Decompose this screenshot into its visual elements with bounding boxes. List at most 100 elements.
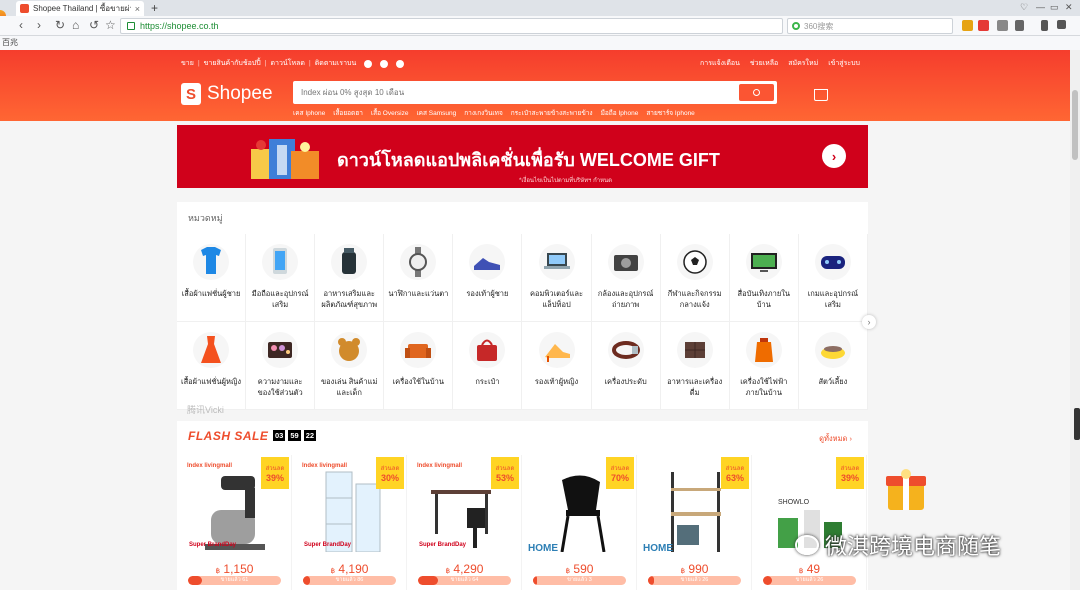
menu-icon[interactable] xyxy=(1057,20,1066,29)
forward-icon[interactable]: › xyxy=(37,18,41,32)
side-panel-handle[interactable] xyxy=(1074,408,1080,440)
browser-search-input[interactable]: 360搜索 xyxy=(787,18,953,34)
keyword-link[interactable]: สายชาร์จ Iphone xyxy=(646,108,694,118)
keyword-link[interactable]: เสื้อยอดฮา xyxy=(333,108,363,118)
search-input[interactable] xyxy=(296,84,739,101)
flash-sale-section: FLASH SALE 03 59 22 ดูทั้งหมด › Index li… xyxy=(177,421,868,590)
top-link-download[interactable]: ดาวน์โหลด xyxy=(271,58,305,69)
ball-icon xyxy=(676,244,713,280)
keyword-link[interactable]: กางเกงวินเทจ xyxy=(464,108,503,118)
category-item[interactable]: กระเป๋า xyxy=(453,322,523,410)
maximize-icon[interactable]: ▭ xyxy=(1050,2,1059,13)
close-tab-icon[interactable]: × xyxy=(135,4,140,14)
brand-label: Index livingmall xyxy=(187,463,233,469)
flash-sale-product[interactable]: ส่วนลด 70% HOME ฿ 590 ขายแล้ว 3 xyxy=(522,455,637,590)
category-item[interactable]: เกมและอุปกรณ์เสริม xyxy=(798,234,868,322)
keyword-link[interactable]: เสื้อ Oversize xyxy=(371,108,409,118)
url-input[interactable]: https://shopee.co.th xyxy=(120,18,783,34)
keyword-link[interactable]: กระเป๋าสะพายข้างสะพายข้าง xyxy=(511,108,593,118)
apps-icon[interactable] xyxy=(962,20,973,31)
banner-next-button[interactable]: › xyxy=(822,144,846,168)
gift-boxes-icon xyxy=(251,139,319,179)
notifications-link[interactable]: การแจ้งเตือน xyxy=(700,58,740,69)
category-item[interactable]: รองเท้าผู้ชาย xyxy=(453,234,523,322)
robot-icon[interactable] xyxy=(997,20,1008,31)
category-item[interactable]: เครื่องใช้ในบ้าน xyxy=(384,322,454,410)
discount-value: 63% xyxy=(725,473,744,483)
game-icon[interactable] xyxy=(978,20,989,31)
page-scrollbar[interactable] xyxy=(1070,50,1080,590)
category-item[interactable]: คอมพิวเตอร์และแล็ปท็อป xyxy=(522,234,592,322)
categories-next-button[interactable]: › xyxy=(862,315,876,329)
help-link[interactable]: ช่วยเหลือ xyxy=(750,58,778,69)
skin-icon[interactable]: ♡ xyxy=(1020,2,1028,13)
line-icon[interactable] xyxy=(396,59,405,68)
category-item[interactable]: อาหารและเครื่องดื่ม xyxy=(660,322,730,410)
browser-tab[interactable]: Shopee Thailand | ซื้อขายผ่านมื × xyxy=(16,1,144,16)
undo-icon[interactable]: ↺ xyxy=(89,18,99,32)
trending-keywords: เคส Iphone เสื้อยอดฮา เสื้อ Oversize เคส… xyxy=(293,108,695,118)
category-item[interactable]: รองเท้าผู้หญิง xyxy=(522,322,592,410)
scrollbar-thumb[interactable] xyxy=(1072,90,1078,160)
sold-progress-bar: ขายแล้ว 61 xyxy=(188,576,281,585)
category-item[interactable]: อาหารเสริมและผลิตภัณฑ์สุขภาพ xyxy=(315,234,385,322)
facebook-icon[interactable] xyxy=(364,59,373,68)
keyword-link[interactable]: มือถือ Iphone xyxy=(601,108,639,118)
discount-label: ส่วนลด xyxy=(610,466,630,472)
category-item[interactable]: เครื่องใช้ไฟฟ้าภายในบ้าน xyxy=(729,322,799,410)
category-label: คอมพิวเตอร์และแล็ปท็อป xyxy=(529,289,584,309)
flash-sale-product[interactable]: SHOWLO ส่วนลด 39% ฿ 49 ขายแล้ว 26 xyxy=(752,455,867,590)
favorite-icon[interactable]: ☆ xyxy=(105,18,116,32)
prizes-badge-icon[interactable] xyxy=(884,468,928,514)
see-all-link[interactable]: ดูทั้งหมด › xyxy=(819,433,852,445)
category-item[interactable]: ของเล่น สินค้าแม่และเด็ก xyxy=(315,322,385,410)
secure-lock-icon xyxy=(127,22,135,30)
login-link[interactable]: เข้าสู่ระบบ xyxy=(828,58,860,69)
signup-link[interactable]: สมัครใหม่ xyxy=(788,58,818,69)
category-item[interactable]: นาฬิกาและแว่นตา xyxy=(384,234,454,322)
home-tag: HOME xyxy=(528,543,558,554)
shopee-favicon-icon xyxy=(20,4,29,13)
category-item[interactable]: ความงามและของใช้ส่วนตัว xyxy=(246,322,316,410)
discount-value: 39% xyxy=(840,473,859,483)
category-item[interactable]: สัตว์เลี้ยง xyxy=(798,322,868,410)
reload-icon[interactable]: ↻ xyxy=(55,18,65,32)
category-item[interactable]: มือถือและอุปกรณ์เสริม xyxy=(246,234,316,322)
flash-sale-product[interactable]: ส่วนลด 63% HOME ฿ 990 ขายแล้ว 26 xyxy=(637,455,752,590)
sold-progress-bar: ขายแล้ว 64 xyxy=(418,576,511,585)
flash-sale-product[interactable]: Index livingmall ส่วนลด 30% Super BrandDay ฿… xyxy=(292,455,407,590)
top-link-sell[interactable]: ขาย xyxy=(181,58,194,69)
category-item[interactable]: เครื่องประดับ xyxy=(591,322,661,410)
discount-label: ส่วนลด xyxy=(840,466,860,472)
bookmark-item[interactable]: 百兆 xyxy=(2,38,18,47)
discount-value: 30% xyxy=(380,473,399,483)
flash-sale-products: Index livingmall ส่วนลด 39% Super BrandDay ฿… xyxy=(177,455,868,590)
download-icon[interactable] xyxy=(1041,20,1048,31)
sold-progress-bar: ขายแล้ว 26 xyxy=(648,576,741,585)
back-icon[interactable]: ‹ xyxy=(19,18,23,32)
flash-sale-product[interactable]: Index livingmall ส่วนลด 53% Super BrandDay ฿… xyxy=(407,455,522,590)
category-item[interactable]: เสื้อผ้าแฟชั่นผู้ชาย xyxy=(177,234,247,322)
bookmarks-bar: 百兆 xyxy=(0,36,1080,50)
banner-headline: ดาวน์โหลดแอปพลิเคชั่นเพื่อรับ WELCOME GI… xyxy=(337,150,720,170)
close-window-icon[interactable]: ✕ xyxy=(1065,2,1073,13)
flash-sale-product[interactable]: Index livingmall ส่วนลด 39% Super BrandDay ฿… xyxy=(177,455,292,590)
category-item[interactable]: สื่อบันเทิงภายในบ้าน xyxy=(729,234,799,322)
home-icon[interactable]: ⌂ xyxy=(72,18,79,32)
cut-icon[interactable] xyxy=(1015,20,1024,31)
instagram-icon[interactable] xyxy=(380,59,389,68)
shopee-logo[interactable]: S Shopee xyxy=(181,83,273,105)
category-item[interactable]: เสื้อผ้าแฟชั่นผู้หญิง xyxy=(177,322,247,410)
discount-badge: ส่วนลด 39% xyxy=(261,457,289,489)
category-item[interactable]: กีฬาและกิจกรรมกลางแจ้ง xyxy=(660,234,730,322)
keyword-link[interactable]: เคส Samsung xyxy=(416,108,456,118)
welcome-gift-banner[interactable]: ดาวน์โหลดแอปพลิเคชั่นเพื่อรับ WELCOME GI… xyxy=(177,125,868,188)
top-link-seller[interactable]: ขายสินค้ากับช้อปปี้ xyxy=(204,58,261,69)
cart-icon[interactable] xyxy=(814,89,828,101)
search-icon xyxy=(753,89,760,96)
category-item[interactable]: กล้องและอุปกรณ์ถ่ายภาพ xyxy=(591,234,661,322)
keyword-link[interactable]: เคส Iphone xyxy=(293,108,325,118)
minimize-icon[interactable]: — xyxy=(1036,2,1045,12)
new-tab-button[interactable]: + xyxy=(151,1,158,15)
search-button[interactable] xyxy=(739,84,774,101)
